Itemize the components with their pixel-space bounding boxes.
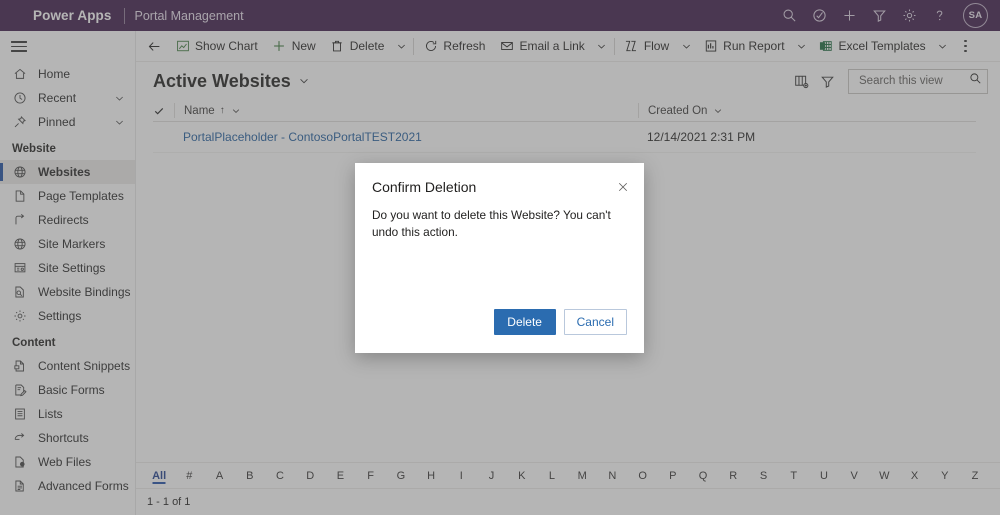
dialog-header: Confirm Deletion [355, 163, 644, 198]
dialog-actions: Delete Cancel [355, 309, 644, 353]
cancel-button[interactable]: Cancel [563, 309, 627, 335]
dialog-title: Confirm Deletion [372, 179, 477, 195]
app-root: Power Apps Portal Management SA Home Rec… [0, 0, 1000, 515]
close-icon[interactable] [612, 176, 634, 198]
confirm-deletion-dialog: Confirm Deletion Do you want to delete t… [355, 163, 644, 353]
delete-confirm-button[interactable]: Delete [493, 309, 556, 335]
dialog-message: Do you want to delete this Website? You … [372, 208, 611, 239]
